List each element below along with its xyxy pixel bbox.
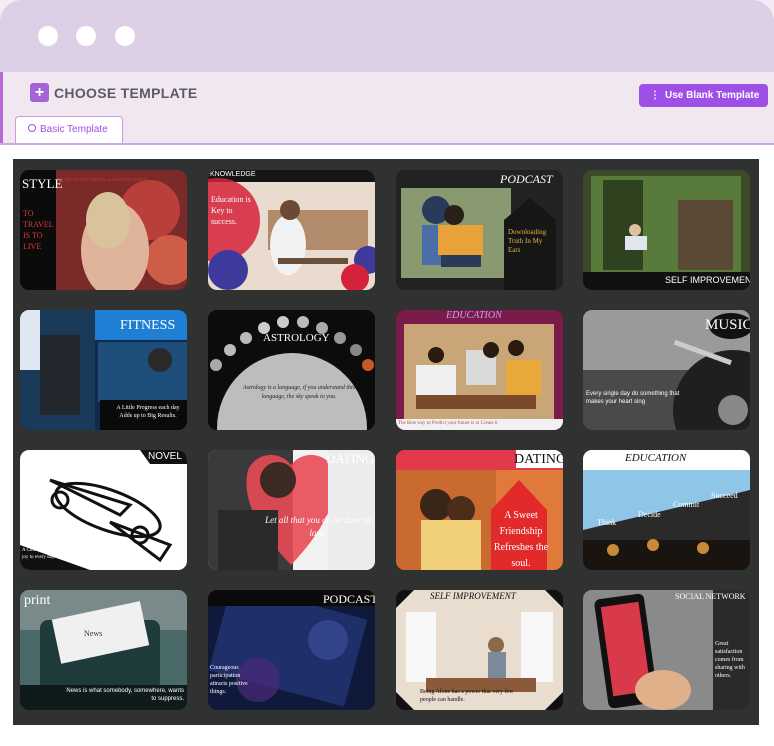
template-text: Courageous participation attracts positi… — [210, 665, 248, 695]
template-title: DATING — [326, 451, 375, 466]
use-blank-template-button[interactable]: ⋮ Use Blank Template — [639, 84, 768, 107]
tab-label: Basic Template — [40, 124, 108, 135]
template-step-commit: Commit — [673, 500, 700, 509]
card-artwork — [208, 310, 375, 430]
template-card[interactable]: print News News is what somebody, somewh… — [20, 590, 187, 710]
template-text: A Sweet Friendship Refreshes the soul. — [493, 510, 549, 569]
template-title: KNOWLEDGE — [210, 171, 256, 178]
template-card[interactable]: SELF IMPROVEMENT — [583, 170, 750, 290]
card-artwork — [208, 170, 375, 290]
template-title: EDUCATION — [625, 452, 687, 464]
template-card[interactable]: MUSIC Every single day do something that… — [583, 310, 750, 430]
template-text: A Little Progress each day Adds up to Bi… — [116, 405, 180, 419]
template-step-succeed: Succeed — [711, 491, 738, 500]
template-text: News is what somebody, somewhere, wants … — [66, 688, 184, 702]
template-text: TO TRAVEL IS TO LIVE — [23, 209, 54, 251]
template-card[interactable]: FITNESS A Little Progress each day Adds … — [20, 310, 187, 430]
template-title: STYLE — [22, 176, 63, 191]
template-card[interactable]: NOVEL A Child has a Special way of Addin… — [20, 450, 187, 570]
template-subtext: TO TRAVEL IS TO TRAVEL ACROSS THE WORLD — [58, 177, 147, 182]
template-title: PODCAST — [500, 172, 553, 186]
template-text: Great satisfaction comes from sharing wi… — [715, 641, 745, 679]
accent-strip — [0, 72, 3, 144]
template-title: NOVEL — [148, 451, 182, 462]
card-artwork — [396, 310, 563, 430]
cursor-icon: ⋮ — [650, 90, 660, 101]
template-card[interactable]: PODCAST Downloading Truth In My Ears — [396, 170, 563, 290]
template-card[interactable]: SOCIAL NETWORK Great satisfaction comes … — [583, 590, 750, 710]
template-title: FITNESS — [120, 318, 176, 333]
template-text: Let all that you do be done in love. — [265, 515, 371, 538]
card-artwork — [583, 450, 750, 570]
card-artwork — [208, 450, 375, 570]
template-step-decide: Decide — [638, 510, 661, 519]
template-title: EDUCATION — [446, 310, 502, 321]
template-title: ASTROLOGY — [263, 332, 330, 344]
template-text: A Child has a Special way of Adding joy … — [22, 548, 97, 560]
window-control-dot[interactable] — [76, 26, 96, 46]
window-control-dot[interactable] — [115, 26, 135, 46]
template-card[interactable]: KNOWLEDGE Education is Key to success. — [208, 170, 375, 290]
template-title: SELF IMPROVEMENT — [665, 275, 750, 285]
template-text: The Best way to Predict your future is t… — [398, 421, 498, 426]
template-card[interactable]: EDUCATION Think Decide Commit Succeed — [583, 450, 750, 570]
template-card[interactable]: DATING A Sweet Friendship Refreshes the … — [396, 450, 563, 570]
tab-radio-icon — [28, 124, 36, 133]
template-card[interactable]: DATING Let all that you do be done in lo… — [208, 450, 375, 570]
template-title: SOCIAL NETWORK — [675, 592, 746, 601]
template-text: Downloading Truth In My Ears — [508, 228, 547, 254]
title-bar — [0, 0, 774, 72]
template-title: SELF IMPROVEMENT — [430, 591, 516, 601]
blank-button-label: Use Blank Template — [665, 90, 760, 101]
tab-basic-template[interactable]: Basic Template — [15, 116, 123, 144]
template-card[interactable]: STYLE TO TRAVEL IS TO LIVE TO TRAVEL IS … — [20, 170, 187, 290]
template-card[interactable]: ASTROLOGY Astrology is a language, if yo… — [208, 310, 375, 430]
template-text: Every single day do something that makes… — [586, 391, 680, 405]
template-text: Education is Key to success. — [211, 195, 251, 226]
template-title: PODCAST — [323, 592, 375, 606]
card-artwork — [583, 170, 750, 290]
template-card[interactable]: EDUCATION The Best way to Predict your f… — [396, 310, 563, 430]
template-text: Being Alone has a power that very few pe… — [420, 689, 514, 703]
add-icon[interactable]: + — [30, 83, 49, 102]
template-title: print — [24, 593, 51, 608]
template-title: MUSIC — [705, 317, 750, 333]
template-title: DATING — [514, 452, 563, 467]
page-title: CHOOSE TEMPLATE — [54, 85, 198, 101]
template-paper-label: News — [84, 629, 103, 638]
template-text: Astrology is a language, if you understa… — [242, 385, 356, 400]
template-step-think: Think — [597, 518, 617, 527]
app-window: + CHOOSE TEMPLATE ⋮ Use Blank Template B… — [0, 0, 774, 746]
template-card[interactable]: SELF IMPROVEMENT Being Alone has a power… — [396, 590, 563, 710]
template-card[interactable]: PODCAST Courageous participation attract… — [208, 590, 375, 710]
window-control-dot[interactable] — [38, 26, 58, 46]
template-grid: STYLE TO TRAVEL IS TO LIVE TO TRAVEL IS … — [13, 159, 759, 725]
